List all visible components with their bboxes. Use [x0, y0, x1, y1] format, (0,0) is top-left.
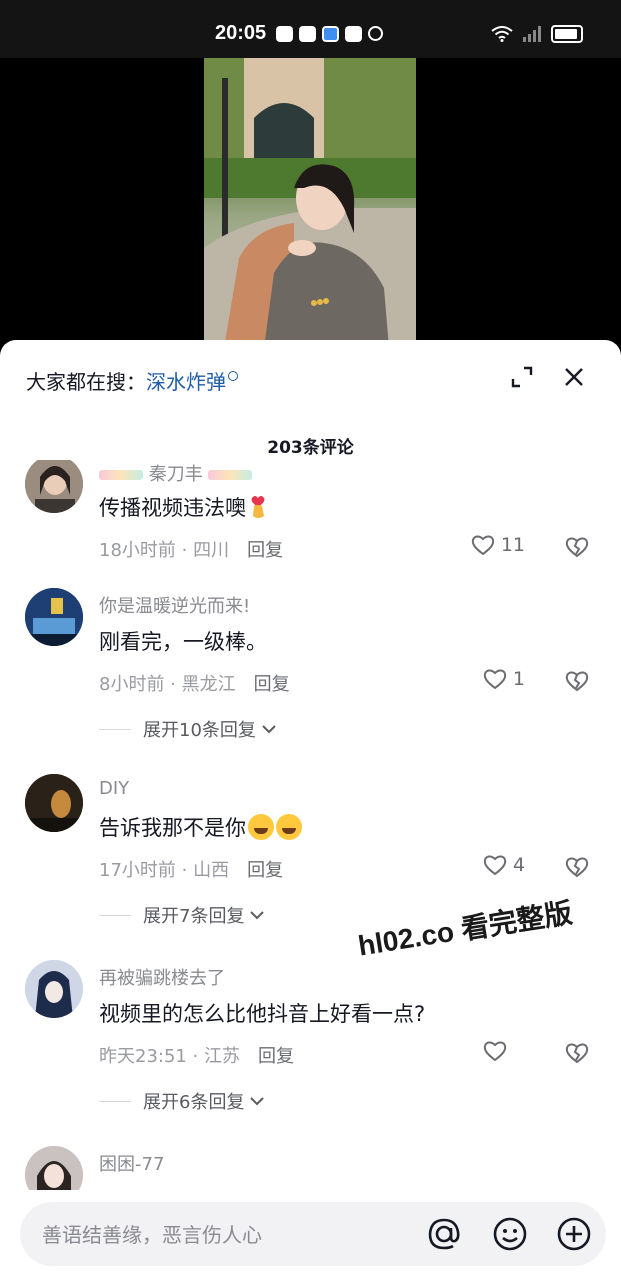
signal-icon — [523, 26, 541, 42]
emoji-icon[interactable] — [492, 1216, 528, 1252]
reply-button[interactable]: 回复 — [247, 540, 283, 561]
reply-button[interactable]: 回复 — [254, 674, 290, 695]
comment-input[interactable] — [40, 1202, 424, 1268]
heart-icon — [471, 535, 494, 556]
chevron-down-icon — [262, 725, 276, 734]
comment-time: 昨天23:51 — [99, 1046, 187, 1067]
broken-heart-icon[interactable] — [565, 670, 589, 692]
expand-replies-button[interactable]: 展开10条回复 — [99, 716, 278, 742]
comment-list[interactable]: 秦刀丰 传播视频违法噢 18小时前 · 四川 回复 11 你是温暖逆光而来! 刚看… — [0, 460, 621, 1190]
comment-meta: 昨天23:51 · 江苏 回复 — [99, 1046, 295, 1067]
divider — [99, 1100, 131, 1102]
trending-search-label: 大家都在搜： — [26, 370, 146, 394]
like-count: 11 — [500, 534, 525, 556]
comment-location: 四川 — [193, 540, 230, 561]
heart-icon — [483, 855, 507, 876]
video-player[interactable] — [0, 58, 621, 358]
plus-icon[interactable] — [556, 1216, 592, 1252]
app-notification-icon — [276, 26, 293, 42]
crying-laugh-emoji-icon — [248, 814, 274, 840]
close-icon[interactable] — [563, 366, 585, 388]
like-button[interactable]: 4 — [483, 854, 525, 876]
broken-heart-icon[interactable] — [565, 856, 589, 878]
like-count: 1 — [512, 668, 525, 690]
comment-username[interactable]: DIY — [99, 778, 129, 799]
rainbow-badge-icon — [208, 470, 253, 480]
system-icons — [491, 25, 583, 43]
crying-laugh-emoji-icon — [276, 814, 302, 840]
chevron-down-icon — [250, 1097, 265, 1106]
notification-icons — [276, 26, 383, 42]
comment-text: 告诉我那不是你 — [99, 812, 302, 842]
broken-heart-icon[interactable] — [565, 536, 589, 558]
expand-icon[interactable] — [511, 366, 533, 388]
battery-icon — [551, 25, 583, 43]
avatar[interactable] — [25, 460, 83, 513]
wifi-icon — [491, 26, 513, 42]
app-notification-icon — [299, 26, 316, 42]
status-bar: 20:05 — [0, 0, 621, 58]
avatar[interactable] — [25, 960, 83, 1018]
like-button[interactable]: 1 — [483, 668, 525, 690]
comment-time: 8小时前 — [99, 674, 165, 695]
comment-text: 视频里的怎么比他抖音上好看一点? — [99, 1002, 426, 1026]
comment-time: 18小时前 — [99, 540, 176, 561]
comments-sheet: 大家都在搜：深水炸弹 203条评论 秦刀丰 传播视频违法噢 18小时前 · 四川… — [0, 340, 621, 1280]
like-count: 4 — [512, 854, 525, 876]
comment-location: 黑龙江 — [181, 674, 236, 695]
rainbow-badge-icon — [99, 470, 143, 480]
heart-icon — [483, 669, 507, 690]
trending-search[interactable]: 大家都在搜：深水炸弹 — [26, 366, 238, 395]
comment-count: 203条评论 — [267, 438, 354, 458]
avatar[interactable] — [25, 1146, 83, 1190]
expand-replies-button[interactable]: 展开7条回复 — [99, 902, 266, 928]
avatar[interactable] — [25, 588, 83, 646]
finger-heart-emoji-icon — [248, 494, 270, 520]
browser-notification-icon — [322, 26, 339, 42]
app-notification-icon — [345, 26, 362, 42]
trending-search-term[interactable]: 深水炸弹 — [146, 370, 226, 394]
broken-heart-icon[interactable] — [565, 1042, 589, 1064]
comment-meta: 17小时前 · 山西 回复 — [99, 860, 284, 881]
comment-text: 刚看完，一级棒。 — [99, 630, 267, 654]
reply-button[interactable]: 回复 — [258, 1046, 294, 1067]
comment-location: 江苏 — [204, 1046, 241, 1067]
comment-username[interactable]: 困困-77 — [99, 1150, 164, 1176]
comment-username[interactable]: 秦刀丰 — [99, 460, 253, 486]
reply-button[interactable]: 回复 — [247, 860, 283, 881]
hotspot-icon — [368, 26, 383, 41]
comment-username[interactable]: 你是温暖逆光而来! — [99, 592, 250, 618]
chevron-down-icon — [250, 911, 265, 920]
comment-meta: 8小时前 · 黑龙江 回复 — [99, 674, 290, 695]
expand-replies-button[interactable]: 展开6条回复 — [99, 1088, 266, 1114]
search-icon — [228, 371, 238, 381]
comment-input-bar — [20, 1202, 606, 1268]
like-button[interactable] — [483, 1040, 525, 1062]
avatar[interactable] — [25, 774, 83, 832]
comment-meta: 18小时前 · 四川 回复 — [99, 540, 284, 561]
comment-time: 17小时前 — [99, 860, 176, 881]
status-time: 20:05 — [215, 22, 267, 44]
comment-text: 传播视频违法噢 — [99, 492, 270, 522]
comment-username[interactable]: 再被骗跳楼去了 — [99, 964, 225, 990]
like-button[interactable]: 11 — [471, 534, 525, 556]
video-thumbnail[interactable] — [204, 58, 416, 348]
mention-icon[interactable] — [426, 1216, 462, 1252]
divider — [99, 728, 131, 730]
comment-location: 山西 — [193, 860, 230, 881]
divider — [99, 914, 131, 916]
heart-icon — [483, 1041, 507, 1062]
